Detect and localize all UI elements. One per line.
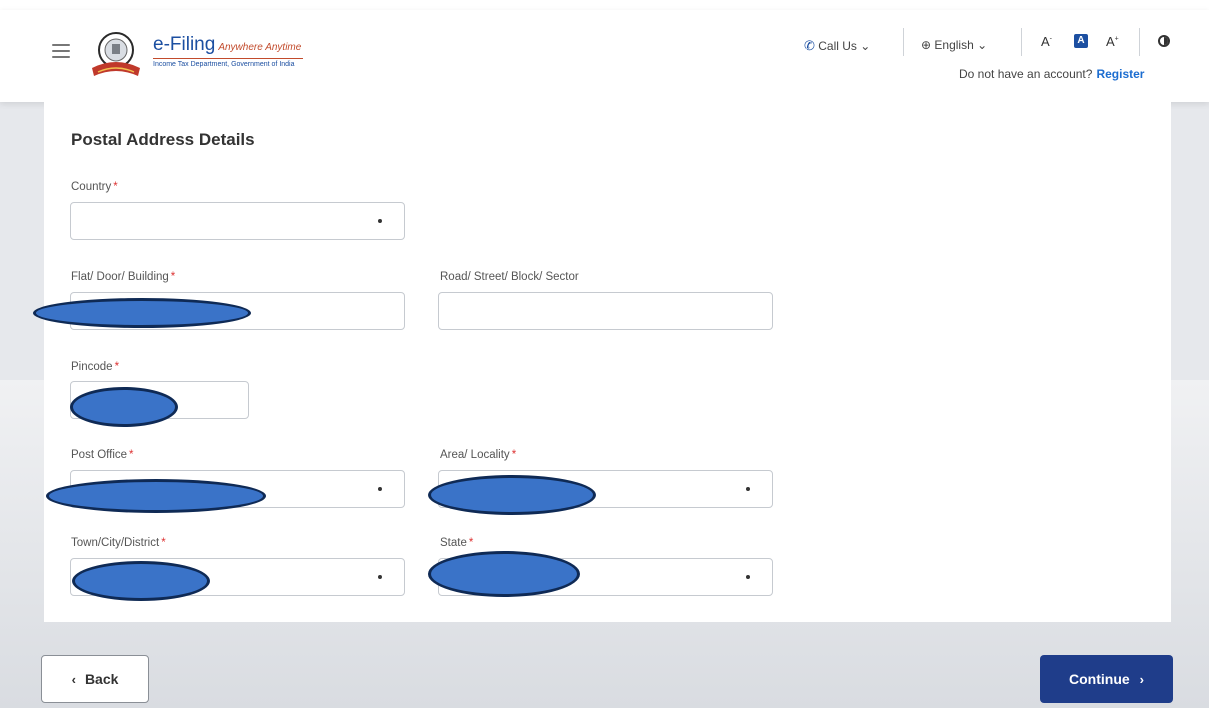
required-mark: *	[161, 537, 166, 549]
town-label: Town/City/District *	[71, 537, 166, 549]
redaction-mark	[428, 551, 580, 597]
area-label-text: Area/ Locality	[440, 449, 510, 461]
flat-label-text: Flat/ Door/ Building	[71, 271, 169, 283]
brand-subtitle: Income Tax Department, Government of Ind…	[153, 61, 295, 68]
dropdown-caret-icon	[378, 219, 382, 223]
redaction-mark	[72, 561, 210, 601]
language-label: English	[934, 38, 974, 52]
divider	[1021, 28, 1022, 56]
pincode-label: Pincode *	[71, 361, 119, 373]
chevron-down-icon: ⌄	[977, 38, 988, 52]
back-label: Back	[84, 671, 119, 687]
globe-icon: ⊕	[921, 38, 932, 52]
top-cropped-strip	[0, 0, 1209, 10]
brand-tagline: Anywhere Anytime	[218, 42, 302, 53]
brand-rule	[153, 58, 303, 59]
font-normal-button[interactable]: A	[1074, 34, 1088, 48]
required-mark: *	[170, 271, 176, 283]
divider	[903, 28, 904, 56]
post-office-label: Post Office *	[71, 449, 134, 461]
pincode-label-text: Pincode	[71, 361, 113, 373]
required-mark: *	[114, 361, 120, 373]
country-select[interactable]	[70, 202, 405, 240]
menu-icon[interactable]	[52, 44, 70, 58]
country-label-text: Country	[71, 181, 112, 193]
dropdown-caret-icon	[746, 487, 750, 491]
country-label: Country *	[71, 181, 118, 193]
dropdown-caret-icon	[378, 487, 382, 491]
post-office-label-text: Post Office	[71, 449, 128, 461]
flat-label: Flat/ Door/ Building *	[71, 271, 175, 283]
required-mark: *	[511, 449, 517, 461]
state-label: State *	[440, 537, 473, 549]
brand[interactable]: e-Filing Anywhere Anytime Income Tax Depa…	[153, 34, 303, 68]
contrast-icon[interactable]	[1158, 35, 1170, 47]
continue-button[interactable]: Continue ›	[1040, 655, 1173, 703]
road-input[interactable]	[438, 292, 773, 330]
account-prompt: Do not have an account? Register	[959, 67, 1144, 81]
required-mark: *	[129, 449, 134, 461]
state-label-text: State	[440, 537, 467, 549]
required-mark: *	[468, 537, 474, 549]
redaction-mark	[33, 298, 251, 328]
chevron-right-icon: ›	[1139, 671, 1144, 687]
redaction-mark	[428, 475, 596, 515]
call-us-label: Call Us	[818, 39, 857, 53]
chevron-down-icon: ⌄	[860, 39, 871, 53]
redaction-mark	[70, 387, 178, 427]
dropdown-caret-icon	[746, 575, 750, 579]
required-mark: *	[113, 181, 118, 193]
area-label: Area/ Locality *	[440, 449, 516, 461]
redaction-mark	[46, 479, 266, 513]
divider	[1139, 28, 1140, 56]
road-label: Road/ Street/ Block/ Sector	[440, 271, 579, 283]
language-dropdown[interactable]: ⊕ English ⌄	[921, 38, 987, 52]
font-decrease-button[interactable]: A-	[1041, 34, 1052, 49]
continue-label: Continue	[1069, 671, 1130, 687]
chevron-left-icon: ‹	[71, 671, 76, 687]
font-increase-label: A	[1106, 34, 1115, 49]
brand-title: e-Filing	[153, 34, 216, 55]
emblem-logo	[92, 32, 140, 76]
address-form-card	[44, 102, 1171, 622]
font-increase-button[interactable]: A+	[1106, 34, 1119, 49]
register-link[interactable]: Register	[1096, 67, 1144, 81]
dropdown-caret-icon	[378, 575, 382, 579]
call-us-dropdown[interactable]: ✆ Call Us ⌄	[804, 38, 870, 54]
site-header: e-Filing Anywhere Anytime Income Tax Depa…	[0, 10, 1209, 102]
town-label-text: Town/City/District	[71, 537, 160, 549]
account-prompt-text: Do not have an account?	[959, 67, 1093, 81]
section-title: Postal Address Details	[71, 130, 255, 149]
font-decrease-label: A	[1041, 34, 1050, 49]
phone-icon: ✆	[804, 38, 815, 53]
back-button[interactable]: ‹ Back	[41, 655, 149, 703]
